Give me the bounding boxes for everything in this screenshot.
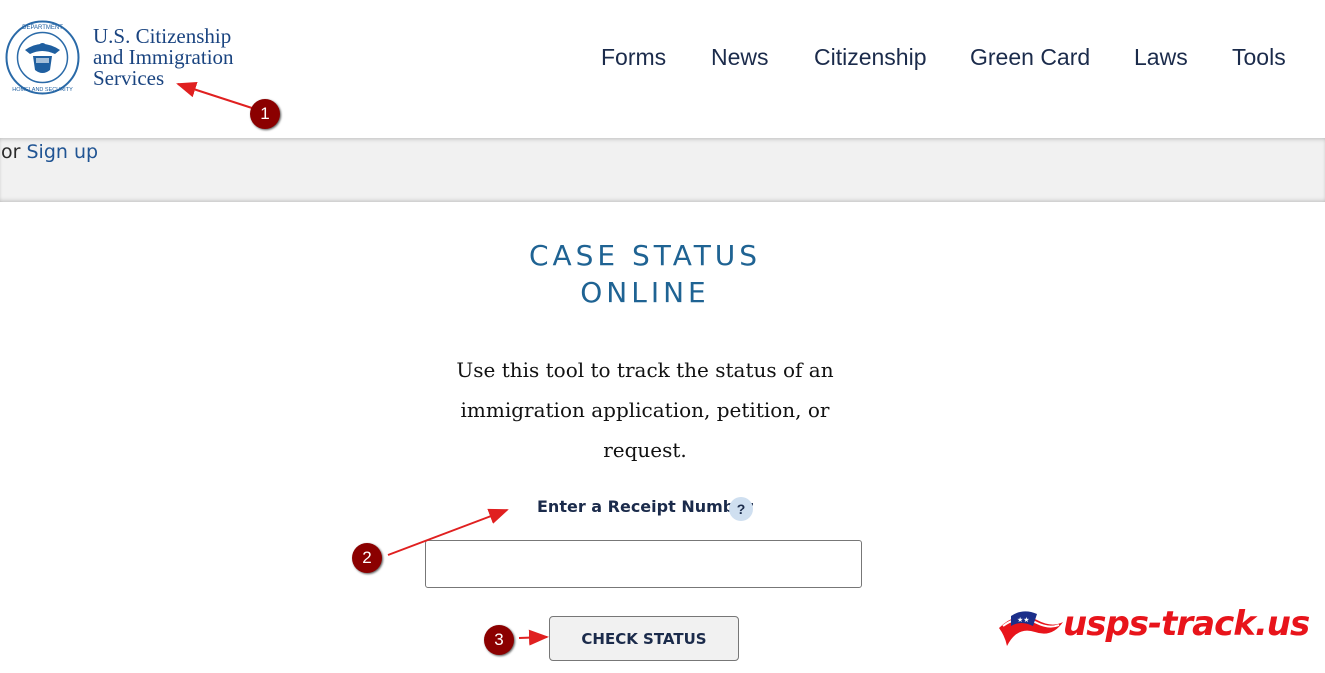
annotation-badge-2: 2 [352,543,382,573]
annotation-badge-3: 3 [484,625,514,655]
watermark: usps-track.us [1063,604,1310,644]
annotation-badge-1: 1 [250,99,280,129]
arrow-3 [518,629,549,646]
annotation-arrows [176,81,549,646]
arrow-2 [387,508,509,556]
arrow-1 [176,81,253,109]
svg-text:★★: ★★ [1017,616,1030,624]
flag-swoosh-icon: ★★ [999,611,1063,646]
